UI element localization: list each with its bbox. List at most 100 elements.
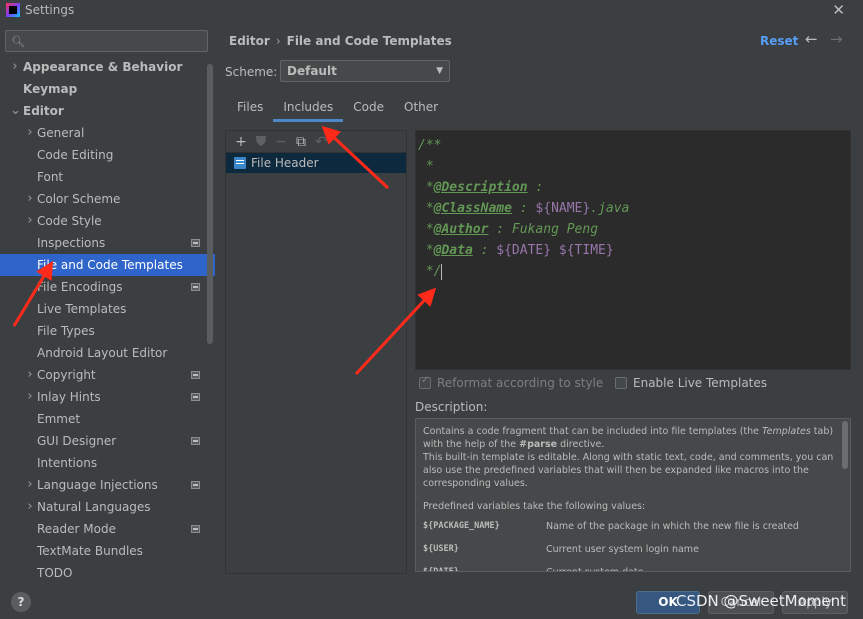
live-templates-checkbox[interactable] [615,377,627,389]
sidebar-item-intentions[interactable]: Intentions [0,452,215,474]
tab-code[interactable]: Code [343,96,394,122]
sidebar-item-android-layout-editor[interactable]: Android Layout Editor [0,342,215,364]
sidebar-item-label: Live Templates [37,302,127,316]
copy-icon[interactable]: ⧉ [291,133,311,151]
reformat-checkbox[interactable] [419,375,431,389]
description-paragraph-3: Predefined variables take the following … [423,501,646,512]
project-scope-icon [191,437,200,445]
scheme-dropdown[interactable]: Default ▼ [280,60,450,82]
sidebar-item-label: Font [37,170,64,184]
sidebar-item-file-encodings[interactable]: File Encodings [0,276,215,298]
sidebar-item-label: General [37,126,85,140]
settings-content: Editor › File and Code Templates Reset ← →… [215,24,863,580]
breadcrumb-separator: › [275,34,281,48]
project-scope-icon [191,239,200,247]
desc-text: directive. [557,439,605,450]
template-item-file-header[interactable]: File Header [226,153,406,173]
template-variable: ${NAME} [535,201,591,216]
sidebar-item-color-scheme[interactable]: › Color Scheme [0,188,215,210]
chevron-down-icon[interactable]: ⌄ [10,100,21,122]
comment-text: * [418,180,434,195]
sidebar-item-keymap[interactable]: Keymap [0,78,215,100]
sidebar-item-label: Code Style [37,214,102,228]
reset-link[interactable]: Reset [760,34,798,48]
breadcrumb-current: File and Code Templates [286,34,452,48]
description-scrollbar[interactable] [842,421,848,469]
watermark: CSDN @SweetMoment [676,592,847,610]
sidebar-item-emmet[interactable]: Emmet [0,408,215,430]
live-templates-option[interactable]: Enable Live Templates [615,376,767,390]
reset-to-default-icon[interactable]: ↶ [311,133,331,151]
sidebar-item-appearance-behavior[interactable]: › Appearance & Behavior [0,56,215,78]
sidebar-item-inlay-hints[interactable]: › Inlay Hints [0,386,215,408]
sidebar-item-live-templates[interactable]: Live Templates [0,298,215,320]
sidebar-scrollbar[interactable] [207,64,213,344]
help-button[interactable]: ? [11,592,31,612]
sidebar-item-font[interactable]: Font [0,166,215,188]
chevron-right-icon[interactable]: › [25,386,35,408]
sidebar-item-label: Inspections [37,236,106,250]
create-child-icon[interactable]: ⛊ [251,133,271,151]
variable-row: ${PACKAGE_NAME} Name of the package in wh… [423,515,836,538]
javadoc-tag: @Data [433,243,473,258]
sidebar-item-label: Code Editing [37,148,114,162]
comment-text: /** [418,138,442,153]
sidebar-item-textmate-bundles[interactable]: TextMate Bundles [0,540,215,562]
chevron-right-icon[interactable]: › [25,210,35,232]
template-file-icon [234,157,246,169]
chevron-right-icon[interactable]: › [25,188,35,210]
tab-other[interactable]: Other [394,96,448,122]
sidebar-item-general[interactable]: › General [0,122,215,144]
sidebar-item-file-and-code-templates[interactable]: File and Code Templates [0,254,215,276]
chevron-right-icon[interactable]: › [10,56,20,78]
forward-arrow-icon[interactable]: → [830,30,843,48]
sidebar-item-editor[interactable]: ⌄ Editor [0,100,215,122]
back-arrow-icon[interactable]: ← [805,30,818,48]
sidebar-item-inspections[interactable]: Inspections [0,232,215,254]
sidebar-item-label: File Encodings [37,280,123,294]
sidebar-item-gui-designer[interactable]: GUI Designer [0,430,215,452]
reformat-option[interactable]: Reformat according to style [419,375,603,390]
tab-includes[interactable]: Includes [273,96,344,122]
comment-text: : Fukang Peng [488,222,599,237]
tab-files[interactable]: Files [227,96,273,122]
template-code-editor[interactable]: /** * *@Description : *@ClassName : ${NA… [415,130,851,370]
sidebar-item-reader-mode[interactable]: Reader Mode [0,518,215,540]
close-icon[interactable]: ✕ [832,1,845,19]
remove-icon[interactable]: − [271,133,291,151]
chevron-right-icon[interactable]: › [25,122,35,144]
settings-tree: › Appearance & Behavior Keymap ⌄ Editor › Gene… [0,56,215,584]
description-label: Description: [415,400,488,414]
code-line: *@ClassName : ${NAME}.java [416,198,850,219]
search-icon: 🔍︎ [11,34,25,48]
template-variable: ${DATE} [496,243,552,258]
breadcrumb-parent[interactable]: Editor [229,34,270,48]
sidebar-item-code-style[interactable]: › Code Style [0,210,215,232]
sidebar-item-code-editing[interactable]: Code Editing [0,144,215,166]
variable-name: ${PACKAGE_NAME} [423,521,500,531]
javadoc-tag: @Description [433,180,528,195]
sidebar-item-label: Appearance & Behavior [23,60,183,74]
code-line: *@Author : Fukang Peng [416,219,850,240]
settings-search[interactable]: 🔍︎ [5,30,208,52]
code-line: * [416,156,850,177]
comment-text: : [472,243,497,258]
search-input[interactable] [28,34,199,48]
comment-text: : [527,180,544,195]
sidebar-item-label: Inlay Hints [37,390,101,404]
text-cursor [441,263,443,280]
sidebar-item-file-types[interactable]: File Types [0,320,215,342]
sidebar-item-copyright[interactable]: › Copyright [0,364,215,386]
chevron-right-icon[interactable]: › [25,474,35,496]
comment-text: */ [418,264,442,279]
desc-templates-italic: Templates [762,426,811,437]
variable-description: Current system date [546,561,644,571]
chevron-right-icon[interactable]: › [25,496,35,518]
sidebar-item-language-injections[interactable]: › Language Injections [0,474,215,496]
comment-text: : [511,201,536,216]
sidebar-item-label: Copyright [37,368,96,382]
chevron-right-icon[interactable]: › [25,364,35,386]
project-scope-icon [191,283,200,291]
sidebar-item-natural-languages[interactable]: › Natural Languages [0,496,215,518]
add-icon[interactable]: + [231,133,251,151]
